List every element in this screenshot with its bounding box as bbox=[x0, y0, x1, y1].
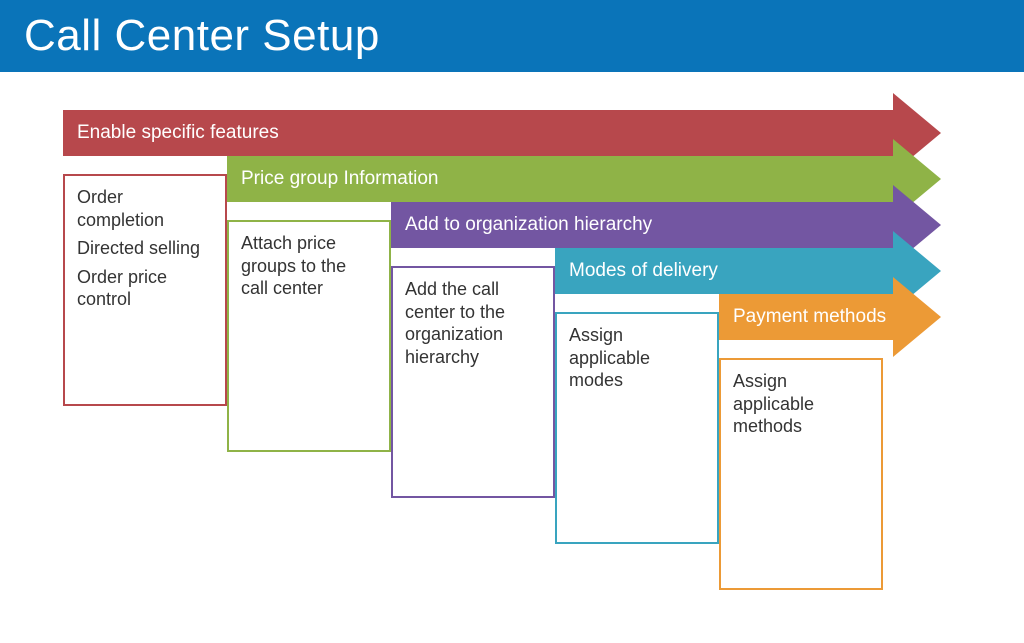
step-item: Add the call center to the organization … bbox=[405, 278, 541, 368]
step-label-5: Payment methods bbox=[719, 294, 893, 340]
step-label-1: Enable specific features bbox=[63, 110, 893, 156]
step-details-3: Add the call center to the organization … bbox=[391, 266, 555, 498]
arrow-head-icon bbox=[893, 277, 941, 357]
step-arrow-3: Add to organization hierarchy bbox=[391, 202, 943, 248]
step-item: Assign applicable modes bbox=[569, 324, 705, 392]
step-details-5: Assign applicable methods bbox=[719, 358, 883, 590]
step-item: Order completion bbox=[77, 186, 213, 231]
title-bar: Call Center Setup bbox=[0, 0, 1024, 72]
step-item: Order price control bbox=[77, 266, 213, 311]
diagram-canvas: Call Center Setup Enable specific featur… bbox=[0, 0, 1024, 643]
step-details-2: Attach price groups to the call center bbox=[227, 220, 391, 452]
step-arrow-1: Enable specific features bbox=[63, 110, 943, 156]
page-title: Call Center Setup bbox=[24, 11, 380, 61]
step-item: Directed selling bbox=[77, 237, 213, 260]
step-details-4: Assign applicable modes bbox=[555, 312, 719, 544]
step-label-4: Modes of delivery bbox=[555, 248, 893, 294]
step-arrow-5: Payment methods bbox=[719, 294, 943, 340]
step-arrow-4: Modes of delivery bbox=[555, 248, 943, 294]
step-details-1: Order completion Directed selling Order … bbox=[63, 174, 227, 406]
step-item: Assign applicable methods bbox=[733, 370, 869, 438]
step-arrow-2: Price group Information bbox=[227, 156, 943, 202]
step-label-2: Price group Information bbox=[227, 156, 893, 202]
step-item: Attach price groups to the call center bbox=[241, 232, 377, 300]
step-label-3: Add to organization hierarchy bbox=[391, 202, 893, 248]
